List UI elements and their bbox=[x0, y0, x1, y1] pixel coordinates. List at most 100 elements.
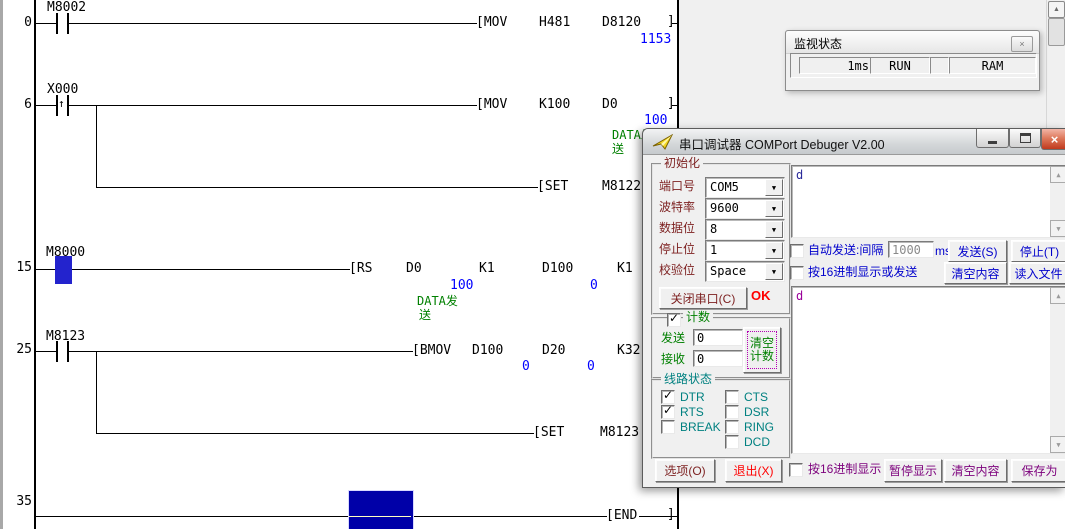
device-label: M8000 bbox=[46, 246, 85, 260]
port-select[interactable]: COM5 ▼ bbox=[705, 177, 785, 198]
debugger-title-bar[interactable]: 串口调试器 COMPort Debuger V2.00 × bbox=[643, 129, 1065, 155]
chevron-down-icon[interactable]: ▼ bbox=[765, 263, 783, 280]
instruction: [END bbox=[606, 509, 637, 523]
instruction: [MOV bbox=[476, 16, 507, 30]
stopbits-select[interactable]: 1 ▼ bbox=[705, 240, 785, 261]
spare-cell bbox=[930, 57, 949, 74]
contact-bar bbox=[67, 95, 69, 116]
dtr-checkbox[interactable] bbox=[661, 390, 675, 404]
hex-display-label: 按16进制显示 bbox=[808, 462, 881, 476]
maximize-button[interactable] bbox=[1009, 129, 1041, 148]
comport-debugger-window: 串口调试器 COMPort Debuger V2.00 × 初始化 端口号 CO… bbox=[642, 128, 1065, 488]
load-file-button[interactable]: 读入文件 bbox=[1009, 262, 1065, 284]
stopbits-label: 停止位 bbox=[659, 242, 695, 256]
close-port-button[interactable]: 关闭串口(C) bbox=[659, 287, 747, 309]
contact-bar bbox=[67, 13, 69, 34]
scroll-up-button[interactable]: ▲ bbox=[1050, 166, 1065, 183]
ladder-vertical-scrollbar[interactable]: ▲ bbox=[1046, 0, 1065, 129]
received-count-label: 接收 bbox=[661, 352, 685, 366]
rung25-branch bbox=[96, 351, 97, 434]
hex-display-checkbox[interactable] bbox=[789, 463, 803, 477]
cts-label: CTS bbox=[744, 390, 768, 404]
port-status-text: OK bbox=[751, 289, 771, 303]
break-checkbox[interactable] bbox=[661, 420, 675, 434]
monitor-title: 监视状态 bbox=[794, 35, 842, 52]
options-button[interactable]: 选项(O) bbox=[655, 459, 715, 482]
minimize-button[interactable] bbox=[976, 129, 1009, 148]
rts-checkbox[interactable] bbox=[661, 405, 675, 419]
rung15-wire-a bbox=[36, 269, 55, 270]
scroll-up-button[interactable]: ▲ bbox=[1050, 287, 1065, 304]
step-number: 15 bbox=[4, 261, 32, 275]
scroll-up-button[interactable]: ▲ bbox=[1048, 1, 1065, 18]
ring-label: RING bbox=[744, 420, 774, 434]
exit-button[interactable]: 退出(X) bbox=[725, 459, 782, 482]
scroll-down-button[interactable]: ▼ bbox=[1050, 220, 1065, 237]
databits-select[interactable]: 8 ▼ bbox=[705, 219, 785, 240]
run-state-cell: RUN bbox=[870, 57, 930, 74]
monitor-title-bar[interactable]: 监视状态 × bbox=[786, 31, 1039, 54]
dcd-label: DCD bbox=[744, 435, 770, 449]
operand: K100 bbox=[539, 98, 570, 112]
parity-select[interactable]: Space ▼ bbox=[705, 261, 785, 282]
baud-label: 波特率 bbox=[659, 200, 695, 214]
clear-counter-button[interactable]: 清空 计数 bbox=[743, 327, 781, 373]
send-scrollbar[interactable]: ▲ ▼ bbox=[1050, 166, 1065, 237]
operand: D100 bbox=[472, 344, 503, 358]
counter-group: 计数 发送 0 接收 0 清空 计数 bbox=[651, 317, 791, 379]
sent-count-field[interactable]: 0 bbox=[693, 329, 743, 346]
hex-send-checkbox[interactable] bbox=[790, 266, 804, 280]
save-as-button[interactable]: 保存为 bbox=[1011, 459, 1065, 482]
chevron-down-icon[interactable]: ▼ bbox=[765, 242, 783, 259]
monitor-value: 1153 bbox=[640, 33, 671, 47]
step-number: 35 bbox=[4, 495, 32, 509]
edit-cursor bbox=[348, 490, 414, 529]
step-number: 6 bbox=[4, 98, 32, 112]
dcd-checkbox[interactable] bbox=[725, 435, 739, 449]
cts-checkbox[interactable] bbox=[725, 390, 739, 404]
send-textarea[interactable]: d ▲ ▼ bbox=[791, 165, 1065, 238]
init-group: 初始化 端口号 COM5 ▼ 波特率 9600 ▼ 数据位 8 ▼ 停止位 1 … bbox=[651, 163, 791, 315]
left-rail bbox=[34, 0, 36, 529]
receive-scrollbar[interactable]: ▲ ▼ bbox=[1050, 287, 1065, 453]
memory-cell: RAM bbox=[949, 57, 1036, 74]
chevron-down-icon[interactable]: ▼ bbox=[765, 179, 783, 196]
rung6-wire-a bbox=[36, 105, 56, 106]
monitor-value: 0 bbox=[522, 360, 530, 374]
clear-send-button[interactable]: 清空内容 bbox=[944, 262, 1007, 284]
step-number: 25 bbox=[4, 343, 32, 357]
instruction: [SET bbox=[533, 426, 564, 440]
scroll-down-button[interactable]: ▼ bbox=[1050, 436, 1065, 453]
contact-bar bbox=[56, 13, 58, 34]
parity-label: 校验位 bbox=[659, 263, 695, 277]
dsr-checkbox[interactable] bbox=[725, 405, 739, 419]
monitor-status-panel: 1ms RUN RAM bbox=[790, 53, 1037, 78]
scroll-thumb[interactable] bbox=[1048, 18, 1065, 46]
step-number: 0 bbox=[4, 16, 32, 30]
bracket: ] bbox=[667, 508, 675, 522]
close-button[interactable]: × bbox=[1041, 129, 1065, 150]
stop-button[interactable]: 停止(T) bbox=[1011, 240, 1065, 262]
received-count-field[interactable]: 0 bbox=[693, 350, 743, 367]
contact-bar bbox=[56, 341, 58, 362]
interval-field[interactable]: 1000 bbox=[888, 241, 934, 258]
ring-checkbox[interactable] bbox=[725, 420, 739, 434]
operand: D8120 bbox=[602, 16, 641, 30]
monitor-close-button[interactable]: × bbox=[1011, 36, 1033, 52]
operand: D0 bbox=[602, 98, 618, 112]
receive-textarea[interactable]: d ▲ ▼ bbox=[791, 286, 1065, 454]
bracket: ] bbox=[667, 97, 675, 111]
pause-display-button[interactable]: 暂停显示 bbox=[884, 459, 942, 482]
baud-select[interactable]: 9600 ▼ bbox=[705, 198, 785, 219]
counter-checkbox[interactable] bbox=[667, 313, 681, 327]
operand: D0 bbox=[406, 262, 422, 276]
instruction: [MOV bbox=[476, 98, 507, 112]
operand: D20 bbox=[542, 344, 565, 358]
send-button[interactable]: 发送(S) bbox=[948, 240, 1007, 262]
chevron-down-icon[interactable]: ▼ bbox=[765, 221, 783, 238]
clear-display-button[interactable]: 清空内容 bbox=[944, 459, 1007, 482]
auto-send-checkbox[interactable] bbox=[790, 244, 804, 258]
operand: K32 bbox=[617, 344, 640, 358]
operand: K1 bbox=[617, 262, 633, 276]
chevron-down-icon[interactable]: ▼ bbox=[765, 200, 783, 217]
